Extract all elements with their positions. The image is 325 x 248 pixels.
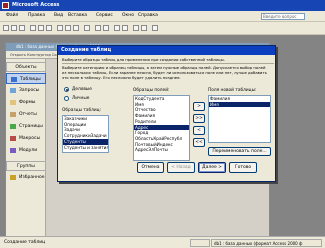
sidebar-item-queries[interactable]: Запросы: [6, 85, 46, 96]
objects-label: Объекты: [6, 62, 46, 72]
sidebar-item-favorites[interactable]: Избранное: [6, 172, 46, 183]
sidebar-item-pages[interactable]: Страницы: [6, 121, 46, 132]
main-toolbar: [0, 22, 325, 35]
menu-insert[interactable]: Вставка: [68, 13, 87, 18]
sample-fields-list[interactable]: КодСтудента Имя Отчество Фамилия Родител…: [133, 95, 190, 161]
relationships-icon[interactable]: [133, 25, 139, 31]
sample-tables-label: Образцы таблиц:: [62, 108, 102, 113]
sidebar-item-tables[interactable]: Таблицы: [6, 73, 46, 84]
macro-icon: [10, 136, 16, 141]
properties-icon[interactable]: [122, 25, 128, 31]
menu-bar: Файл Правка Вид Вставка Сервис Окно Спра…: [0, 11, 325, 22]
next-button[interactable]: Далее >: [198, 162, 226, 173]
menu-help[interactable]: Справка: [138, 13, 158, 18]
add-field-button[interactable]: >: [193, 102, 205, 111]
print-icon[interactable]: [30, 25, 36, 31]
query-icon: [10, 88, 16, 93]
preview-icon[interactable]: [38, 25, 44, 31]
list-item[interactable]: Студенты и занятия: [63, 145, 108, 151]
remove-all-fields-button[interactable]: <<: [193, 138, 205, 147]
list-item[interactable]: Имя: [209, 101, 270, 108]
cancel-button[interactable]: Отмена: [137, 162, 164, 173]
separator: [62, 63, 274, 64]
module-icon: [10, 148, 16, 153]
favorites-folder-icon: [10, 175, 16, 180]
help-question-input[interactable]: Введите вопрос: [261, 13, 305, 20]
list-item[interactable]: СотрудникиЗадачи: [63, 133, 108, 139]
access-logo-icon: [2, 2, 9, 9]
new-fields-list[interactable]: Фамилия Имя: [208, 95, 271, 143]
new-object-icon[interactable]: [141, 25, 147, 31]
dialog-instructions: Выберите категорию и образец таблицы, а …: [62, 65, 267, 80]
sample-fields-label: Образцы полей:: [133, 88, 170, 93]
category-personal-radio[interactable]: [64, 96, 69, 101]
sample-tables-list[interactable]: Заказчики Операции Задачи СотрудникиЗада…: [62, 115, 109, 153]
spelling-icon[interactable]: [46, 25, 52, 31]
rename-field-button[interactable]: Переименовать поле...: [208, 147, 271, 156]
category-business-label: Деловые: [72, 87, 92, 92]
add-all-fields-button[interactable]: >>: [193, 114, 205, 123]
list-item[interactable]: ОбластьКрайРеспубл: [134, 136, 189, 142]
table-wizard-dialog: Создание таблиц Выберите образцы таблиц …: [57, 45, 276, 182]
sidebar-item-macros[interactable]: Макросы: [6, 133, 46, 144]
save-icon[interactable]: [19, 25, 25, 31]
links-icon[interactable]: [95, 25, 101, 31]
objects-sidebar: Объекты Таблицы Запросы Формы Отчеты Стр…: [6, 59, 46, 242]
status-text: Создание таблиц: [4, 240, 46, 245]
category-business-radio[interactable]: [64, 87, 69, 92]
remove-field-button[interactable]: <: [193, 126, 205, 135]
undo-icon[interactable]: [84, 25, 90, 31]
copy-icon[interactable]: [65, 25, 71, 31]
sidebar-item-forms[interactable]: Формы: [6, 97, 46, 108]
dialog-title: Создание таблиц: [58, 46, 275, 55]
groups-label: Группы: [6, 161, 46, 171]
status-panel: [190, 239, 210, 247]
menu-edit[interactable]: Правка: [28, 13, 45, 18]
form-icon: [10, 100, 16, 105]
sidebar-item-modules[interactable]: Модули: [6, 145, 46, 156]
cut-icon[interactable]: [57, 25, 63, 31]
app-title: Microsoft Access: [12, 2, 60, 8]
dialog-intro: Выберите образцы таблиц для применения п…: [62, 57, 225, 62]
menu-tools[interactable]: Сервис: [96, 13, 113, 18]
back-button[interactable]: < Назад: [167, 162, 195, 173]
sidebar-item-reports[interactable]: Отчеты: [6, 109, 46, 120]
code-icon[interactable]: [114, 25, 120, 31]
new-icon[interactable]: [3, 25, 9, 31]
taskbar-db-button[interactable]: db1 : база данных (формат Access 2000 ф: [211, 239, 322, 247]
app-title-bar: Microsoft Access: [0, 0, 325, 11]
report-icon: [10, 112, 16, 117]
open-icon[interactable]: [11, 25, 17, 31]
analyze-icon[interactable]: [103, 25, 109, 31]
menu-view[interactable]: Вид: [54, 13, 63, 18]
new-fields-label: Поля новой таблицы:: [208, 88, 257, 93]
menu-file[interactable]: Файл: [6, 13, 18, 18]
list-item[interactable]: АдресЭлПочты: [134, 147, 189, 153]
status-bar: Создание таблиц db1 : база данных (форма…: [0, 236, 325, 248]
menu-window[interactable]: Окно: [122, 13, 134, 18]
paste-icon[interactable]: [73, 25, 79, 31]
category-personal-label: Личные: [72, 96, 90, 101]
help-icon[interactable]: [152, 25, 158, 31]
finish-button[interactable]: Готово: [229, 162, 257, 173]
page-icon: [10, 124, 16, 129]
table-icon: [11, 77, 17, 82]
